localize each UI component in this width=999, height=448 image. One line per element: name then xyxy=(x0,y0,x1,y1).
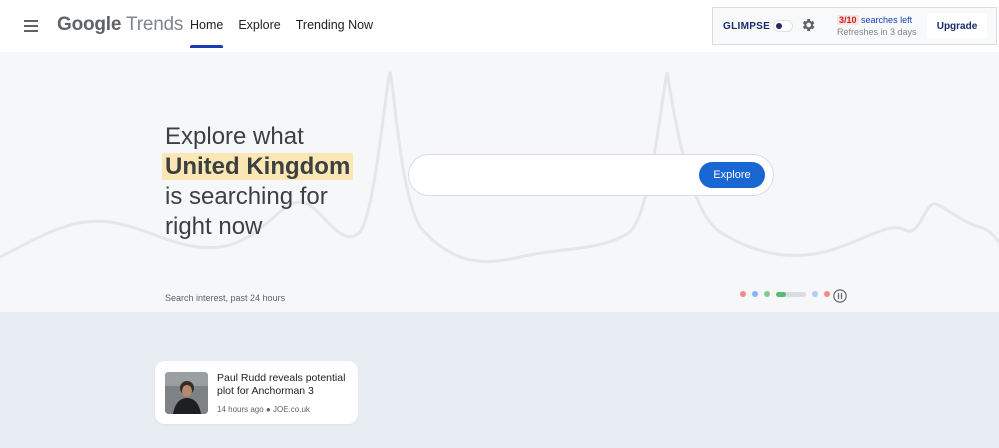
carousel-dot-1[interactable] xyxy=(740,291,746,297)
story-source: JOE.co.uk xyxy=(272,405,310,414)
pause-icon[interactable] xyxy=(833,289,847,303)
carousel-dot-2[interactable] xyxy=(752,291,758,297)
gear-icon[interactable] xyxy=(800,17,816,33)
trending-stories-section: Paul Rudd reveals potential plot for Anc… xyxy=(0,312,999,448)
top-bar: Google Trends Home Explore Trending Now … xyxy=(0,0,999,52)
carousel-dot-5[interactable] xyxy=(824,291,830,297)
explore-button[interactable]: Explore xyxy=(699,162,765,188)
carousel-indicators xyxy=(740,291,830,297)
hero-section: Explore what United Kingdom is searching… xyxy=(0,52,999,312)
logo-google-text: Google xyxy=(57,14,122,35)
searches-left-info: 3/10 searches left Refreshes in 3 days xyxy=(837,14,917,38)
carousel-progress-bar[interactable] xyxy=(776,291,806,297)
glimpse-logo: GLIMPSE xyxy=(723,21,771,32)
carousel-dot-3[interactable] xyxy=(764,291,770,297)
headline-line-1: Explore what xyxy=(165,123,304,150)
searches-left-text: searches left xyxy=(861,15,913,25)
hero-headline: Explore what United Kingdom is searching… xyxy=(162,122,354,242)
story-time: 14 hours ago xyxy=(217,405,264,414)
headline-line-4: right now xyxy=(165,213,263,240)
carousel-dot-4[interactable] xyxy=(812,291,818,297)
main-nav: Home Explore Trending Now xyxy=(190,18,373,48)
story-thumbnail-image xyxy=(165,372,208,414)
search-count-badge: 3/10 xyxy=(837,15,859,25)
google-trends-logo[interactable]: Google Trends xyxy=(57,14,183,36)
logo-trends-text: Trends xyxy=(126,14,184,35)
hamburger-menu-icon[interactable] xyxy=(24,20,38,32)
refresh-text: Refreshes in 3 days xyxy=(837,27,917,37)
nav-trending-now[interactable]: Trending Now xyxy=(296,18,373,32)
headline-line-3: is searching for xyxy=(165,183,328,210)
glimpse-toggle[interactable] xyxy=(773,20,793,32)
search-interest-label: Search interest, past 24 hours xyxy=(165,293,286,303)
nav-explore[interactable]: Explore xyxy=(238,18,280,32)
story-card[interactable]: Paul Rudd reveals potential plot for Anc… xyxy=(155,361,358,424)
story-meta: 14 hours ago ● JOE.co.uk xyxy=(217,405,310,414)
search-input[interactable] xyxy=(423,163,697,189)
glimpse-extension-panel: GLIMPSE 3/10 searches left Refreshes in … xyxy=(712,7,997,45)
nav-home[interactable]: Home xyxy=(190,18,224,48)
search-box: Explore xyxy=(408,154,774,196)
upgrade-button[interactable]: Upgrade xyxy=(927,13,987,39)
region-highlight[interactable]: United Kingdom xyxy=(162,153,354,180)
story-title: Paul Rudd reveals potential plot for Anc… xyxy=(217,372,346,397)
